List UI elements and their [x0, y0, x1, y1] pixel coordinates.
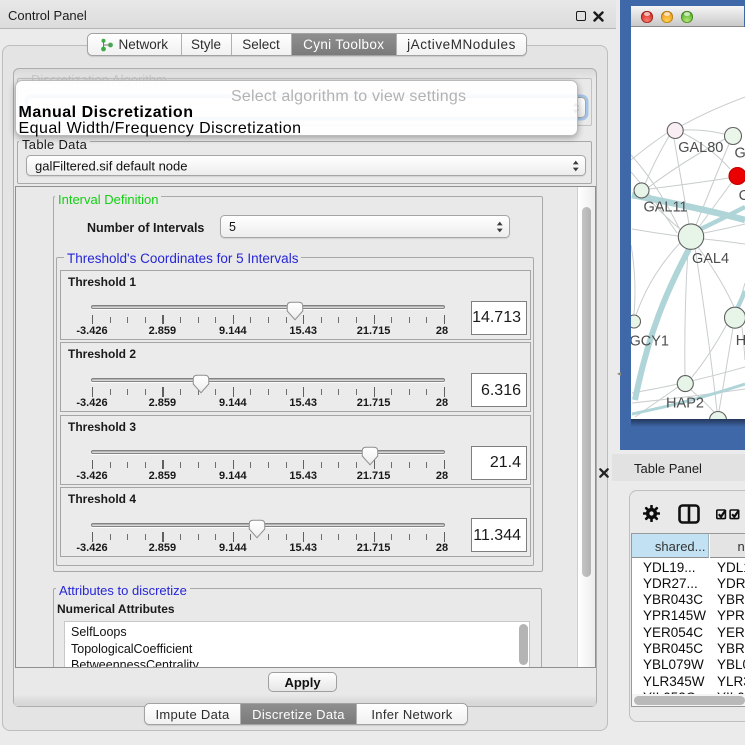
- svg-text:CY: CY: [739, 188, 745, 204]
- svg-text:GAL80: GAL80: [678, 140, 723, 156]
- svg-text:GA: GA: [735, 146, 745, 162]
- svg-text:GCY1: GCY1: [631, 334, 669, 350]
- svg-text:GAL11: GAL11: [643, 200, 687, 216]
- svg-text:GAL4: GAL4: [692, 251, 729, 267]
- svg-text:HI: HI: [736, 333, 745, 349]
- svg-text:HAP2: HAP2: [666, 396, 704, 412]
